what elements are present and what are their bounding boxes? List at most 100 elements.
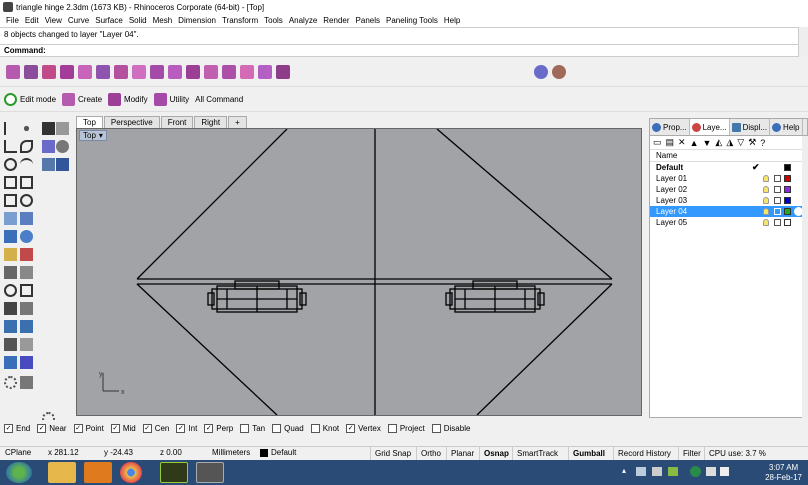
menu-panels[interactable]: Panels (353, 16, 383, 25)
tray-app-icon[interactable] (668, 467, 678, 476)
osnap-checkbox[interactable]: ✓ (346, 423, 356, 433)
copy-icon[interactable] (20, 266, 33, 279)
extrude-icon[interactable] (96, 65, 110, 79)
tray-q-icon[interactable] (690, 466, 701, 477)
layer-row-selected[interactable]: Layer 04 (650, 206, 807, 217)
move-down-icon[interactable]: ▼ (703, 138, 712, 148)
layer-visible-bulb-icon[interactable] (763, 175, 769, 182)
add-viewport-tab[interactable]: + (228, 116, 247, 128)
osnap-checkbox[interactable] (240, 423, 250, 433)
layer-unlock-icon[interactable] (774, 197, 781, 204)
settings-gear-icon[interactable] (4, 376, 17, 389)
layer-color-swatch[interactable] (784, 219, 791, 226)
offset-icon[interactable] (168, 65, 182, 79)
osnap-mid[interactable]: ✓ Mid (110, 423, 136, 433)
panel-icon[interactable] (222, 65, 236, 79)
osnap-project[interactable]: Project (387, 423, 425, 433)
tab-top[interactable]: Top (76, 116, 103, 128)
triangle-icon[interactable] (4, 176, 17, 189)
sweep-icon[interactable] (42, 65, 56, 79)
layer-unlock-icon[interactable] (774, 175, 781, 182)
osnap-checkbox[interactable]: ✓ (73, 423, 83, 433)
pattern-icon[interactable] (186, 65, 200, 79)
osnap-knot[interactable]: Knot (310, 423, 339, 433)
grid-icon[interactable] (204, 65, 218, 79)
command-prompt[interactable]: Command: (0, 44, 808, 57)
box-icon[interactable] (114, 65, 128, 79)
layer-color-swatch[interactable] (784, 175, 791, 182)
dimension-icon[interactable] (20, 320, 33, 333)
loft-icon[interactable] (24, 65, 38, 79)
layer-color-swatch[interactable] (784, 208, 791, 215)
menu-solid[interactable]: Solid (126, 16, 150, 25)
layer-row[interactable]: Layer 03 (650, 195, 807, 206)
copy-tool-icon[interactable] (56, 122, 69, 135)
osnap-checkbox[interactable] (310, 423, 320, 433)
panel-scrollbar[interactable] (802, 136, 808, 418)
network-srf-icon[interactable] (60, 65, 74, 79)
morph-icon[interactable] (276, 65, 290, 79)
point-icon[interactable] (23, 125, 30, 132)
mesh-icon[interactable] (240, 65, 254, 79)
smarttrack-toggle[interactable]: SmartTrack (512, 447, 562, 460)
layer-row[interactable]: Layer 05 (650, 217, 807, 228)
tray-up-arrow-icon[interactable]: ▴ (622, 466, 626, 475)
tab-layers[interactable]: Laye... (689, 119, 730, 135)
mesh-tool-icon[interactable] (4, 248, 17, 261)
surface-tool-icon[interactable] (6, 65, 20, 79)
modify-button[interactable]: Modify (108, 92, 148, 106)
menu-transform[interactable]: Transform (219, 16, 261, 25)
render-tool-icon[interactable] (20, 356, 33, 369)
sphere-grid-icon[interactable] (56, 140, 69, 153)
wire-icon[interactable] (42, 158, 55, 171)
edit-mode-button[interactable]: Edit mode (4, 92, 56, 106)
layer-row[interactable]: Layer 01 (650, 173, 807, 184)
media-player-icon[interactable] (84, 462, 112, 483)
layer-visible-bulb-icon[interactable] (763, 197, 769, 204)
osnap-checkbox[interactable]: ✓ (110, 423, 120, 433)
array-icon[interactable] (4, 338, 17, 351)
layer-unlock-icon[interactable] (774, 208, 781, 215)
top-viewport[interactable]: Top ▾ y x (76, 128, 642, 416)
osnap-toggle[interactable]: Osnap (479, 447, 513, 460)
new-sublayer-icon[interactable]: ▤ (666, 137, 675, 148)
pencil-icon[interactable] (42, 122, 55, 135)
help-question-icon[interactable]: ? (760, 138, 765, 148)
filter-icon[interactable]: ▽ (737, 137, 744, 148)
move-up-icon[interactable]: ▲ (690, 138, 699, 148)
unroll-icon[interactable] (258, 65, 272, 79)
osnap-near[interactable]: ✓ Near (37, 423, 67, 433)
step-icon[interactable] (56, 158, 69, 171)
ortho-toggle[interactable]: Ortho (416, 447, 445, 460)
current-layer-indicator[interactable]: Default (260, 448, 296, 457)
circle-icon[interactable] (4, 158, 17, 171)
revolve-icon[interactable] (78, 65, 92, 79)
menu-help[interactable]: Help (441, 16, 463, 25)
osnap-checkbox[interactable]: ✓ (37, 423, 47, 433)
new-layer-icon[interactable]: ▭ (653, 137, 662, 148)
layer-color-swatch[interactable] (784, 164, 791, 171)
arc-icon[interactable] (20, 158, 33, 171)
fillet-icon[interactable] (150, 65, 164, 79)
muse-icon[interactable] (160, 462, 188, 483)
layer-tools-icon[interactable]: ⚒ (748, 137, 756, 148)
render-globe-icon[interactable] (534, 65, 548, 79)
analysis-icon[interactable] (4, 356, 17, 369)
polygon-icon[interactable] (20, 176, 33, 189)
menu-curve[interactable]: Curve (65, 16, 92, 25)
osnap-checkbox[interactable]: ✓ (176, 423, 186, 433)
grid-tool-icon[interactable] (20, 338, 33, 351)
osnap-tan[interactable]: Tan (240, 423, 265, 433)
grid-snap-toggle[interactable]: Grid Snap (370, 447, 415, 460)
rotate-icon[interactable] (4, 284, 17, 297)
menu-surface[interactable]: Surface (92, 16, 126, 25)
menu-render[interactable]: Render (320, 16, 352, 25)
menu-view[interactable]: View (42, 16, 65, 25)
delete-layer-icon[interactable]: ✕ (678, 137, 686, 148)
osnap-perp[interactable]: ✓ Perp (204, 423, 233, 433)
menu-dimension[interactable]: Dimension (175, 16, 219, 25)
layer-unlock-icon[interactable] (774, 219, 781, 226)
osnap-checkbox[interactable]: ✓ (142, 423, 152, 433)
rhino-taskbar-icon[interactable] (196, 462, 224, 483)
ellipse-icon[interactable] (20, 194, 33, 207)
